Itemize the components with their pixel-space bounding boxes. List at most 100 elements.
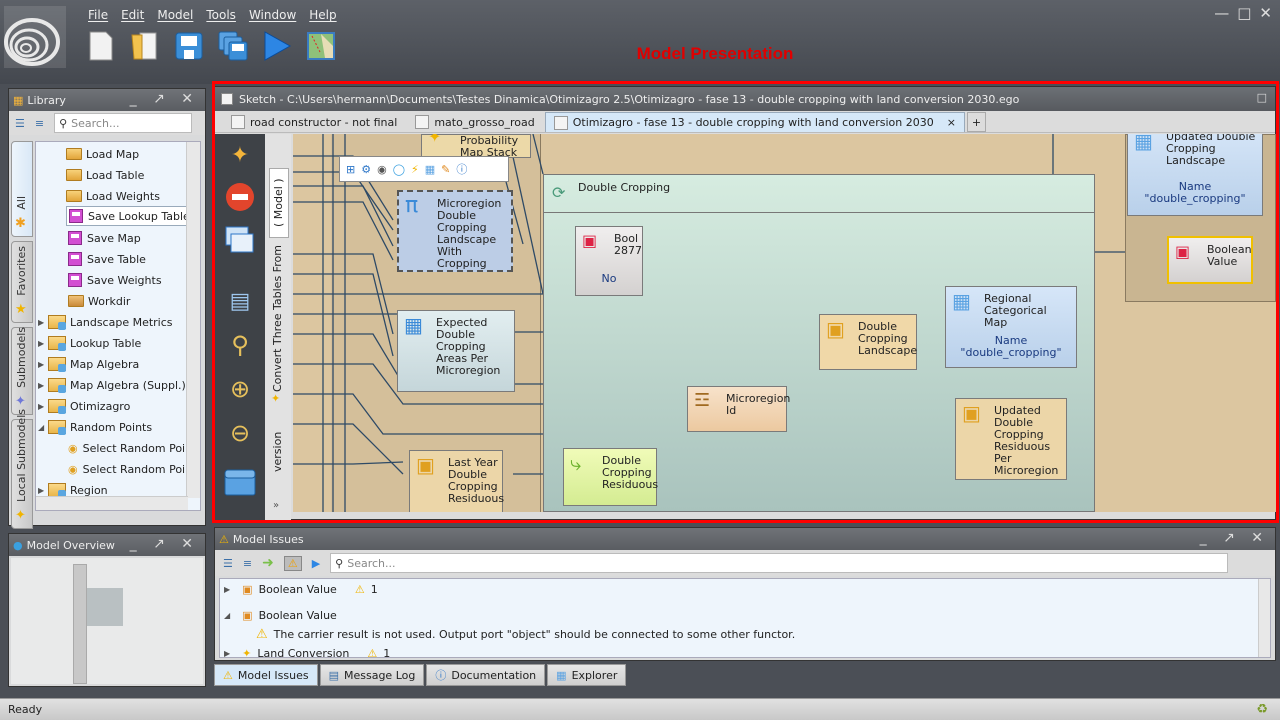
tab-road-constructor[interactable]: road constructor - not final [223,112,406,132]
overview-canvas[interactable] [11,558,203,684]
list-view-icon[interactable]: ≡ [243,557,252,570]
container-button[interactable] [223,466,257,500]
tree-group[interactable]: ▶ Map Algebra [38,354,139,374]
tab-message-log[interactable]: ▤ Message Log [319,664,425,686]
panel-controls[interactable]: _ ↗ ✕ [1200,530,1269,546]
help-icon[interactable]: ⓘ [456,161,467,177]
node-microregion-landscape-with-cropping[interactable]: π Microregion Double Cropping Landscape … [397,190,513,272]
add-tab-button[interactable]: + [966,112,987,132]
cube-icon: ▦ [1134,134,1153,153]
comment-icon[interactable]: ◯ [393,163,405,176]
list-view-icon[interactable]: ≡ [35,117,44,130]
issue-row[interactable]: ▶ ✦ Land Conversion ⚠ 1 [224,649,390,657]
minimize-icon[interactable]: — [1214,4,1229,22]
tree-item[interactable]: Save Table [68,249,146,269]
tree-group[interactable]: ▶ Map Algebra (Suppl.) [38,375,186,395]
zoom-out-button[interactable]: ⊖ [223,416,257,450]
tab-model-issues[interactable]: ⚠ Model Issues [214,664,318,686]
node-double-cropping-landscape[interactable]: ▣ Double Cropping Landscape [819,314,917,370]
layout-button[interactable]: ▤ [223,284,257,318]
magic-wand-button[interactable]: ✦ [223,138,257,172]
panel-controls[interactable]: _ ↗ ✕ [130,91,199,107]
node-probability-map-stack[interactable]: ✦ Probability Map Stack [421,134,531,159]
window-controls: — □ ✕ [1214,4,1272,22]
library-header: ▦ Library _ ↗ ✕ [9,89,205,111]
tree-item[interactable]: Save Weights [68,270,162,290]
menu-tools[interactable]: Tools [202,8,245,26]
cube-icon[interactable]: ▦ [425,163,435,176]
recycle-bin-icon[interactable]: ♻ [1256,702,1268,717]
menu-bar: File Edit Model Tools Window Help [84,8,346,26]
node-double-cropping-residuous[interactable]: ⤷ Double Cropping Residuous [563,448,658,506]
tree-item[interactable]: Workdir [68,291,130,311]
tab-otimizagro[interactable]: Otimizagro - fase 13 - double cropping w… [544,112,965,132]
arrow-right-icon[interactable]: ➜ [262,555,274,571]
tree-item[interactable]: ◉ Select Random Points [68,459,200,479]
more-tabs-icon[interactable]: » [273,500,279,511]
tree-view-icon[interactable]: ☰ [15,117,25,130]
tab-submodels[interactable]: Submodels ✦ [11,327,33,415]
tree-view-icon[interactable]: ☰ [223,557,233,570]
tab-all[interactable]: All ✱ [11,141,33,237]
tab-local-submodels[interactable]: Local Submodels ✦ [11,409,33,529]
issue-message[interactable]: ⚠ The carrier result is not used. Output… [256,627,795,642]
menu-model[interactable]: Model [153,8,202,26]
maximize-icon[interactable]: □ [1257,91,1267,104]
sketch-title: Sketch - C:\Users\hermann\Documents\Test… [239,92,1020,106]
panel-controls[interactable]: _ ↗ ✕ [130,536,199,552]
run-issues-icon[interactable]: ▶ [312,557,320,570]
menu-file[interactable]: File [84,8,117,26]
tree-item[interactable]: Load Weights [66,186,160,206]
horizontal-scrollbar[interactable] [36,496,188,510]
windows-button[interactable] [223,224,257,258]
settings-icon[interactable]: ⚙ [361,163,371,176]
tab-favorites[interactable]: Favorites ★ [11,241,33,323]
vertical-scrollbar[interactable] [186,142,200,498]
overview-viewport[interactable] [87,588,123,626]
tree-group[interactable]: ▶ Landscape Metrics [38,312,173,332]
zoom-in-button[interactable]: ⊕ [223,372,257,406]
warning-filter-button[interactable]: ⚠ [283,555,302,571]
model-canvas[interactable]: ⟳ Double Cropping ✦ Probability Map Stac… [293,134,1276,512]
node-regional-categorical-map[interactable]: ▦ Regional Categorical Map Name "double_… [945,286,1077,368]
menu-edit[interactable]: Edit [117,8,153,26]
tab-land-conversion[interactable]: version [269,426,289,472]
tree-item-selected[interactable]: Save Lookup Table★● [66,206,200,226]
menu-window[interactable]: Window [245,8,305,26]
tab-model[interactable]: ( Model ) [269,168,289,238]
node-bool-2877[interactable]: ▣ Bool 2877 No [575,226,643,296]
tree-item[interactable]: Load Table [66,165,144,185]
tab-mato-grosso-road[interactable]: mato_grosso_road [407,112,543,132]
tree-item[interactable]: Save Map [68,228,141,248]
lightning-icon[interactable]: ⚡ [411,163,419,176]
node-microregion-id[interactable]: ☲ Microregion Id [687,386,790,432]
zoom-fit-button[interactable]: ⚲ [223,328,257,362]
tree-group[interactable]: ◢ Random Points [38,417,152,437]
eye-icon[interactable]: ◉ [377,163,387,176]
node-boolean-value[interactable]: ▣ Boolean Value [1167,236,1253,284]
tree-item[interactable]: Load Map [66,144,139,164]
menu-help[interactable]: Help [305,8,345,26]
node-updated-double-cropping-landscape[interactable]: ▦ Updated Double Cropping Landscape Name… [1127,134,1263,216]
node-expected-double-cropping[interactable]: ▦ Expected Double Cropping Areas Per Mic… [397,310,515,392]
maximize-icon[interactable]: □ [1237,4,1251,22]
close-icon[interactable]: ✕ [1259,4,1272,22]
issue-row[interactable]: ▶ ▣ Boolean Value ⚠ 1 [224,583,378,596]
add-icon[interactable]: ⊞ [346,163,355,176]
close-tab-icon[interactable]: × [947,116,956,129]
issues-scrollbar[interactable] [1258,579,1270,657]
issue-row-expanded[interactable]: ◢ ▣ Boolean Value [224,609,337,622]
tree-group[interactable]: ▶ Otimizagro [38,396,130,416]
tab-explorer[interactable]: ▦ Explorer [547,664,627,686]
edit-icon[interactable]: ✎ [441,163,450,176]
node-last-year-residuous[interactable]: ▣ Last Year Double Cropping Residuous [409,450,504,512]
tree-item[interactable]: ◉ Select Random Point [68,438,196,458]
node-updated-residuous-per-microregion[interactable]: ▣ Updated Double Cropping Residuous Per … [955,398,1067,480]
tab-documentation[interactable]: ⓘ Documentation [426,664,546,686]
remove-button[interactable] [223,180,257,214]
tree-group[interactable]: ▶ Lookup Table [38,333,141,353]
container-icon [224,469,256,496]
tab-convert-three-tables[interactable]: Convert Three Tables From ... [269,242,289,392]
issues-search-input[interactable]: ⚲ Search... [330,553,1229,573]
library-search-input[interactable]: ⚲ Search... [54,113,193,133]
